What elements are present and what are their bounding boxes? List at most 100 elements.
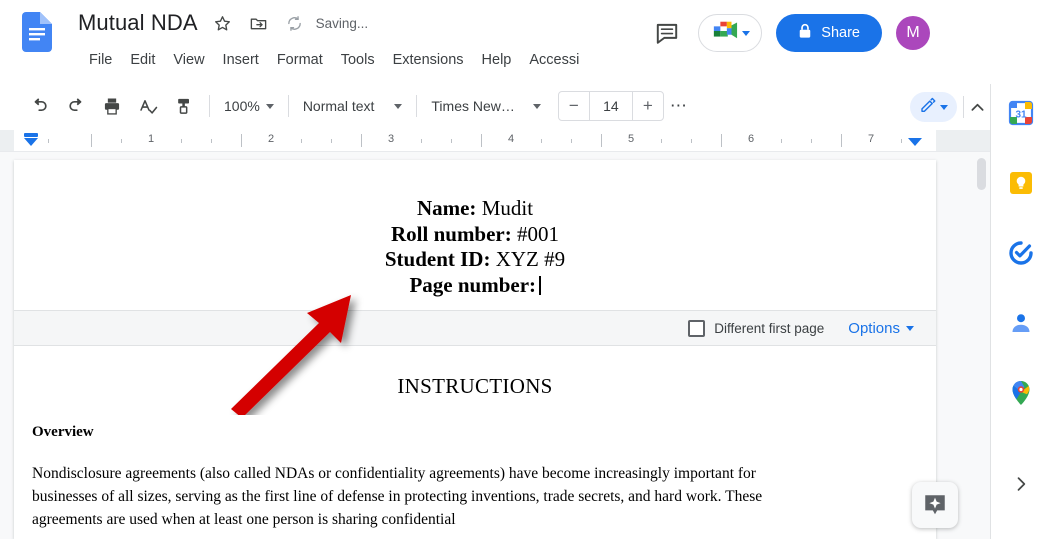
font-family-select[interactable]: Times New… — [424, 92, 548, 120]
share-button[interactable]: Share — [776, 14, 882, 52]
chevron-up-icon[interactable] — [962, 92, 992, 122]
paint-format-icon[interactable] — [169, 91, 199, 121]
ruler-number: 3 — [388, 133, 394, 145]
style-value: Normal text — [303, 98, 375, 114]
meet-dropdown-caret-icon[interactable] — [742, 31, 750, 36]
move-to-folder-icon[interactable] — [248, 12, 270, 34]
ruler-number: 1 — [148, 133, 154, 145]
lock-icon — [798, 23, 812, 43]
header-line-label: Page number: — [409, 273, 536, 297]
more-toolbar-options-button[interactable]: ⋯ — [664, 96, 694, 116]
header-line-label: Name: — [417, 196, 476, 220]
right-indent-marker[interactable] — [908, 138, 922, 146]
document-title[interactable]: Mutual NDA — [78, 10, 198, 36]
smart-suggestion-button[interactable] — [912, 482, 958, 528]
header-line: Roll number: #001 — [14, 222, 936, 248]
save-status: Saving... — [316, 16, 369, 31]
left-indent-bar-handle[interactable] — [24, 133, 38, 137]
menu-format[interactable]: Format — [268, 49, 332, 71]
menu-accessibility[interactable]: Accessi — [520, 49, 588, 71]
header-line: Student ID: XYZ #9 — [14, 247, 936, 273]
chevron-down-icon — [266, 104, 274, 109]
document-body-subheading: Overview — [32, 424, 94, 441]
document-scrollbar-thumb[interactable] — [977, 158, 986, 190]
options-label: Options — [848, 320, 900, 337]
checkbox-label: Different first page — [714, 321, 824, 336]
avatar[interactable]: M — [896, 16, 930, 50]
chevron-down-icon — [906, 326, 914, 331]
menu-file[interactable]: File — [80, 49, 121, 71]
google-maps-icon[interactable] — [1006, 378, 1036, 408]
header-line-label: Student ID: — [385, 247, 491, 271]
document-page[interactable]: Name: Mudit Roll number: #001 Student ID… — [14, 160, 936, 539]
title-row: Mutual NDA Saving... — [78, 10, 368, 36]
menu-bar: File Edit View Insert Format Tools Exten… — [80, 44, 665, 76]
header-line-active: Page number: — [14, 273, 936, 299]
smart-suggestion-icon — [922, 492, 948, 518]
ruler-number: 5 — [628, 133, 634, 145]
print-icon[interactable] — [97, 91, 127, 121]
left-indent-marker[interactable] — [24, 138, 38, 146]
header-actions: Share M — [650, 14, 930, 52]
google-meet-icon — [712, 20, 738, 47]
menu-edit[interactable]: Edit — [121, 49, 164, 71]
header-line-value: Mudit — [476, 196, 533, 220]
font-value: Times New… — [431, 98, 515, 114]
different-first-page-checkbox[interactable]: Different first page — [688, 320, 824, 337]
google-contacts-icon[interactable] — [1006, 308, 1036, 338]
chevron-down-icon — [394, 104, 402, 109]
menu-insert[interactable]: Insert — [214, 49, 268, 71]
spellcheck-icon[interactable] — [133, 91, 163, 121]
google-meet-button[interactable] — [698, 14, 762, 52]
google-keep-icon[interactable] — [1006, 168, 1036, 198]
header-line-value: #001 — [512, 222, 559, 246]
google-calendar-icon[interactable]: 31 — [1006, 98, 1036, 128]
formatting-toolbar: 100% Normal text Times New… − 14 + ⋯ — [0, 86, 990, 126]
undo-icon[interactable] — [25, 91, 55, 121]
editing-mode-button[interactable] — [910, 92, 957, 122]
menu-extensions[interactable]: Extensions — [384, 49, 473, 71]
ruler-number: 4 — [508, 133, 514, 145]
toolbar-divider — [416, 95, 417, 117]
document-header[interactable]: Name: Mudit Roll number: #001 Student ID… — [14, 196, 936, 298]
text-cursor — [539, 276, 541, 295]
comment-icon[interactable] — [650, 16, 684, 50]
header-options-bar: Different first page Options — [14, 310, 936, 346]
toolbar-divider — [209, 95, 210, 117]
header-line-label: Roll number: — [391, 222, 512, 246]
sync-icon — [284, 12, 306, 34]
side-panel: 31 — [990, 84, 1050, 539]
pencil-icon — [919, 96, 937, 119]
ruler[interactable]: 1 2 3 4 5 6 7 — [0, 130, 990, 152]
menu-view[interactable]: View — [164, 49, 213, 71]
chevron-right-icon[interactable] — [1006, 469, 1036, 499]
header-line: Name: Mudit — [14, 196, 936, 222]
document-canvas[interactable]: Name: Mudit Roll number: #001 Student ID… — [0, 152, 990, 539]
increase-font-size-button[interactable]: + — [633, 92, 663, 120]
document-scrollbar-track[interactable] — [976, 152, 986, 539]
chevron-down-icon — [533, 104, 541, 109]
menu-tools[interactable]: Tools — [332, 49, 384, 71]
decrease-font-size-button[interactable]: − — [559, 92, 589, 120]
header-line-value: XYZ #9 — [490, 247, 565, 271]
menu-help[interactable]: Help — [473, 49, 521, 71]
font-size-stepper: − 14 + — [558, 91, 664, 121]
toolbar-divider — [288, 95, 289, 117]
ruler-number: 2 — [268, 133, 274, 145]
google-docs-window: Mutual NDA Saving... — [0, 0, 1050, 539]
star-outline-icon[interactable] — [212, 12, 234, 34]
svg-text:31: 31 — [1015, 110, 1027, 121]
docs-logo-icon — [22, 12, 52, 52]
document-body-title: INSTRUCTIONS — [14, 374, 936, 399]
ruler-number: 7 — [868, 133, 874, 145]
header-options-dropdown[interactable]: Options — [848, 320, 914, 337]
checkbox-box-icon — [688, 320, 705, 337]
zoom-select[interactable]: 100% — [217, 92, 281, 120]
font-size-input[interactable]: 14 — [589, 92, 633, 120]
editing-mode-caret-icon[interactable] — [940, 105, 948, 110]
top-bar: Mutual NDA Saving... — [0, 0, 990, 84]
google-tasks-icon[interactable] — [1006, 238, 1036, 268]
paragraph-style-select[interactable]: Normal text — [296, 92, 410, 120]
redo-icon[interactable] — [61, 91, 91, 121]
zoom-value: 100% — [224, 98, 260, 114]
